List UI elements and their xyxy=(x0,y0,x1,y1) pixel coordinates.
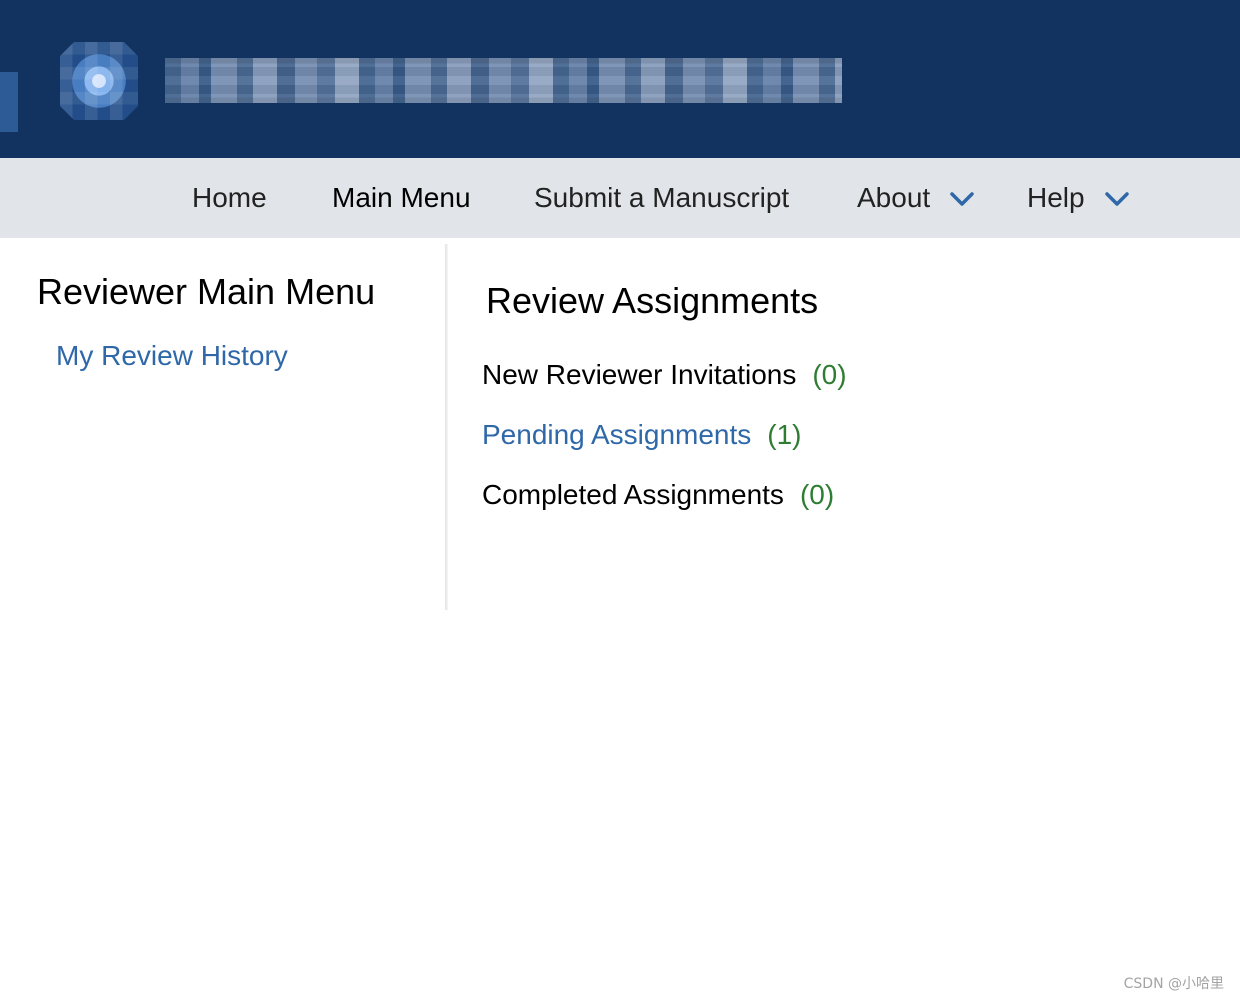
header-left-accent xyxy=(0,72,18,132)
new-reviewer-invitations-label: New Reviewer Invitations xyxy=(482,359,797,390)
assignment-row-completed: Completed Assignments (0) xyxy=(482,478,834,512)
nav-item-home-label: Home xyxy=(192,182,267,213)
reviewer-main-menu-page: Home Main Menu Submit a Manuscript About… xyxy=(0,0,1240,1000)
my-review-history-link[interactable]: My Review History xyxy=(56,339,288,373)
nav-item-about-label: About xyxy=(857,182,931,213)
watermark-text: CSDN @小哈里 xyxy=(1123,976,1224,992)
logo-icon[interactable] xyxy=(60,42,138,120)
assignment-row-new-invitations: New Reviewer Invitations (0) xyxy=(482,358,847,392)
pending-assignments-link[interactable]: Pending Assignments xyxy=(482,418,751,452)
nav-item-main-menu-label: Main Menu xyxy=(332,182,471,213)
site-header xyxy=(0,0,1240,158)
chevron-down-icon xyxy=(1104,191,1129,207)
review-assignments-panel: Review Assignments New Reviewer Invitati… xyxy=(448,238,1240,610)
nav-item-help[interactable]: Help xyxy=(1027,180,1129,216)
completed-assignments-count: (0) xyxy=(799,479,835,510)
new-reviewer-invitations-count: (0) xyxy=(812,359,847,390)
pending-assignments-count: (1) xyxy=(767,419,802,450)
completed-assignments-label: Completed Assignments xyxy=(482,479,784,510)
redacted-site-title xyxy=(165,58,842,103)
nav-item-main-menu[interactable]: Main Menu xyxy=(332,180,471,216)
nav-item-help-label: Help xyxy=(1027,182,1085,213)
review-assignments-title: Review Assignments xyxy=(486,280,819,321)
nav-item-home[interactable]: Home xyxy=(192,180,267,216)
sidebar-title: Reviewer Main Menu xyxy=(37,271,376,312)
main-navigation: Home Main Menu Submit a Manuscript About… xyxy=(0,158,1240,238)
nav-item-submit-manuscript-label: Submit a Manuscript xyxy=(534,182,790,213)
nav-item-submit-manuscript[interactable]: Submit a Manuscript xyxy=(534,180,789,216)
chevron-down-icon xyxy=(950,191,974,207)
reviewer-sidebar: Reviewer Main Menu My Review History xyxy=(0,238,446,610)
assignment-row-pending[interactable]: Pending Assignments (1) xyxy=(482,418,802,452)
nav-item-about[interactable]: About xyxy=(857,180,974,216)
